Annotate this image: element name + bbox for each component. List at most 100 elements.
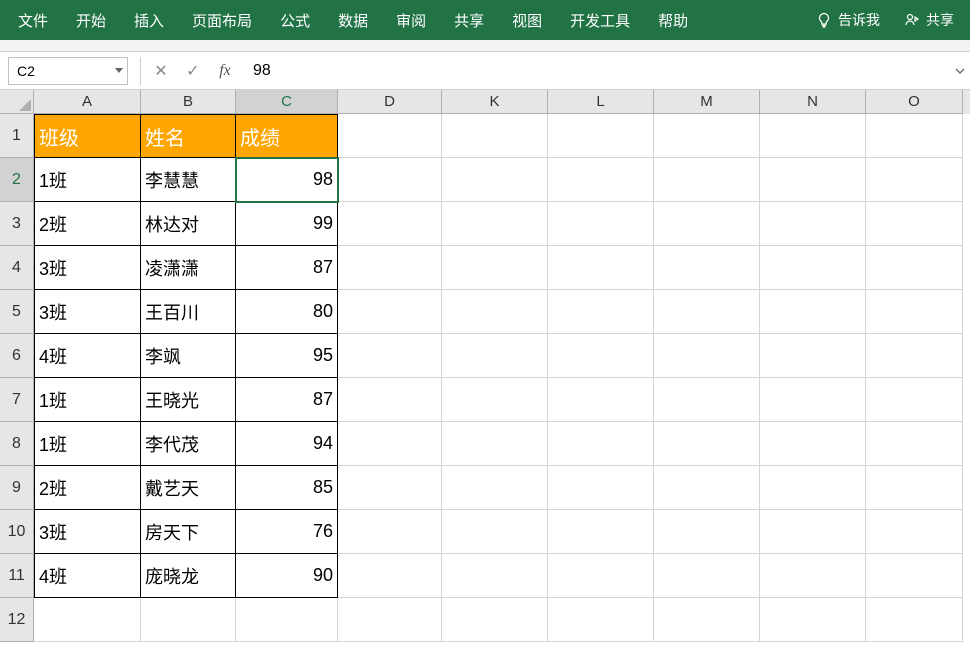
cell-O10[interactable]	[866, 510, 963, 554]
cell-D8[interactable]	[338, 422, 442, 466]
cell-K7[interactable]	[442, 378, 548, 422]
cell-L10[interactable]	[548, 510, 654, 554]
cell-N6[interactable]	[760, 334, 866, 378]
ribbon-tab-3[interactable]: 页面布局	[178, 0, 266, 40]
cell-O5[interactable]	[866, 290, 963, 334]
cell-K10[interactable]	[442, 510, 548, 554]
cell-L2[interactable]	[548, 158, 654, 202]
row-header-9[interactable]: 9	[0, 466, 34, 510]
cell-A10[interactable]: 3班	[34, 510, 141, 554]
fx-button[interactable]: fx	[209, 57, 241, 85]
cell-C9[interactable]: 85	[236, 466, 338, 510]
cell-D10[interactable]	[338, 510, 442, 554]
col-header-L[interactable]: L	[548, 90, 654, 114]
cell-L3[interactable]	[548, 202, 654, 246]
share-button[interactable]: 共享	[892, 0, 966, 40]
cell-M8[interactable]	[654, 422, 760, 466]
ribbon-tab-7[interactable]: 共享	[440, 0, 498, 40]
cell-O6[interactable]	[866, 334, 963, 378]
col-header-C[interactable]: C	[236, 90, 338, 114]
cell-O3[interactable]	[866, 202, 963, 246]
cell-D3[interactable]	[338, 202, 442, 246]
cell-N11[interactable]	[760, 554, 866, 598]
cell-L8[interactable]	[548, 422, 654, 466]
cell-K11[interactable]	[442, 554, 548, 598]
cell-D2[interactable]	[338, 158, 442, 202]
row-header-11[interactable]: 11	[0, 554, 34, 598]
cell-M2[interactable]	[654, 158, 760, 202]
cell-D6[interactable]	[338, 334, 442, 378]
row-header-1[interactable]: 1	[0, 114, 34, 158]
confirm-button[interactable]: ✓	[177, 57, 209, 85]
cell-M3[interactable]	[654, 202, 760, 246]
cell-K8[interactable]	[442, 422, 548, 466]
ribbon-tab-4[interactable]: 公式	[266, 0, 324, 40]
cell-B3[interactable]: 林达对	[141, 202, 236, 246]
col-header-N[interactable]: N	[760, 90, 866, 114]
col-header-A[interactable]: A	[34, 90, 141, 114]
cell-K6[interactable]	[442, 334, 548, 378]
cells-area[interactable]: 班级姓名成绩1班李慧慧982班林达对993班凌潇潇873班王百川804班李飒95…	[34, 114, 970, 645]
cell-A2[interactable]: 1班	[34, 158, 141, 202]
cell-C6[interactable]: 95	[236, 334, 338, 378]
row-header-2[interactable]: 2	[0, 158, 34, 202]
tell-me-button[interactable]: 告诉我	[804, 0, 892, 40]
ribbon-tab-5[interactable]: 数据	[324, 0, 382, 40]
cell-O9[interactable]	[866, 466, 963, 510]
cell-N9[interactable]	[760, 466, 866, 510]
cell-A1[interactable]: 班级	[34, 114, 141, 158]
row-header-6[interactable]: 6	[0, 334, 34, 378]
ribbon-tab-2[interactable]: 插入	[120, 0, 178, 40]
expand-formula-icon[interactable]	[950, 66, 970, 76]
col-header-O[interactable]: O	[866, 90, 963, 114]
cancel-button[interactable]: ✕	[145, 57, 177, 85]
row-header-12[interactable]: 12	[0, 598, 34, 642]
cell-L6[interactable]	[548, 334, 654, 378]
cell-O7[interactable]	[866, 378, 963, 422]
cell-N12[interactable]	[760, 598, 866, 642]
row-header-8[interactable]: 8	[0, 422, 34, 466]
cell-A9[interactable]: 2班	[34, 466, 141, 510]
ribbon-tab-0[interactable]: 文件	[4, 0, 62, 40]
cell-B6[interactable]: 李飒	[141, 334, 236, 378]
cell-B11[interactable]: 庞晓龙	[141, 554, 236, 598]
cell-B9[interactable]: 戴艺天	[141, 466, 236, 510]
cell-L4[interactable]	[548, 246, 654, 290]
cell-L12[interactable]	[548, 598, 654, 642]
cell-L1[interactable]	[548, 114, 654, 158]
cell-B12[interactable]	[141, 598, 236, 642]
cell-D9[interactable]	[338, 466, 442, 510]
cell-C2[interactable]: 98	[236, 158, 338, 202]
cell-K5[interactable]	[442, 290, 548, 334]
cell-B5[interactable]: 王百川	[141, 290, 236, 334]
formula-input[interactable]	[241, 57, 950, 85]
row-header-7[interactable]: 7	[0, 378, 34, 422]
cell-C11[interactable]: 90	[236, 554, 338, 598]
cell-C8[interactable]: 94	[236, 422, 338, 466]
row-header-4[interactable]: 4	[0, 246, 34, 290]
cell-N3[interactable]	[760, 202, 866, 246]
ribbon-tab-1[interactable]: 开始	[62, 0, 120, 40]
cell-K2[interactable]	[442, 158, 548, 202]
name-box[interactable]: C2	[8, 57, 128, 85]
cell-O8[interactable]	[866, 422, 963, 466]
cell-O1[interactable]	[866, 114, 963, 158]
cell-A8[interactable]: 1班	[34, 422, 141, 466]
cell-D7[interactable]	[338, 378, 442, 422]
cell-N2[interactable]	[760, 158, 866, 202]
cell-L5[interactable]	[548, 290, 654, 334]
cell-M6[interactable]	[654, 334, 760, 378]
cell-M9[interactable]	[654, 466, 760, 510]
cell-N10[interactable]	[760, 510, 866, 554]
cell-C1[interactable]: 成绩	[236, 114, 338, 158]
col-header-D[interactable]: D	[338, 90, 442, 114]
col-header-B[interactable]: B	[141, 90, 236, 114]
cell-D1[interactable]	[338, 114, 442, 158]
ribbon-tab-9[interactable]: 开发工具	[556, 0, 644, 40]
chevron-down-icon[interactable]	[115, 68, 123, 73]
cell-K1[interactable]	[442, 114, 548, 158]
cell-B10[interactable]: 房天下	[141, 510, 236, 554]
cell-L7[interactable]	[548, 378, 654, 422]
cell-A11[interactable]: 4班	[34, 554, 141, 598]
cell-M11[interactable]	[654, 554, 760, 598]
